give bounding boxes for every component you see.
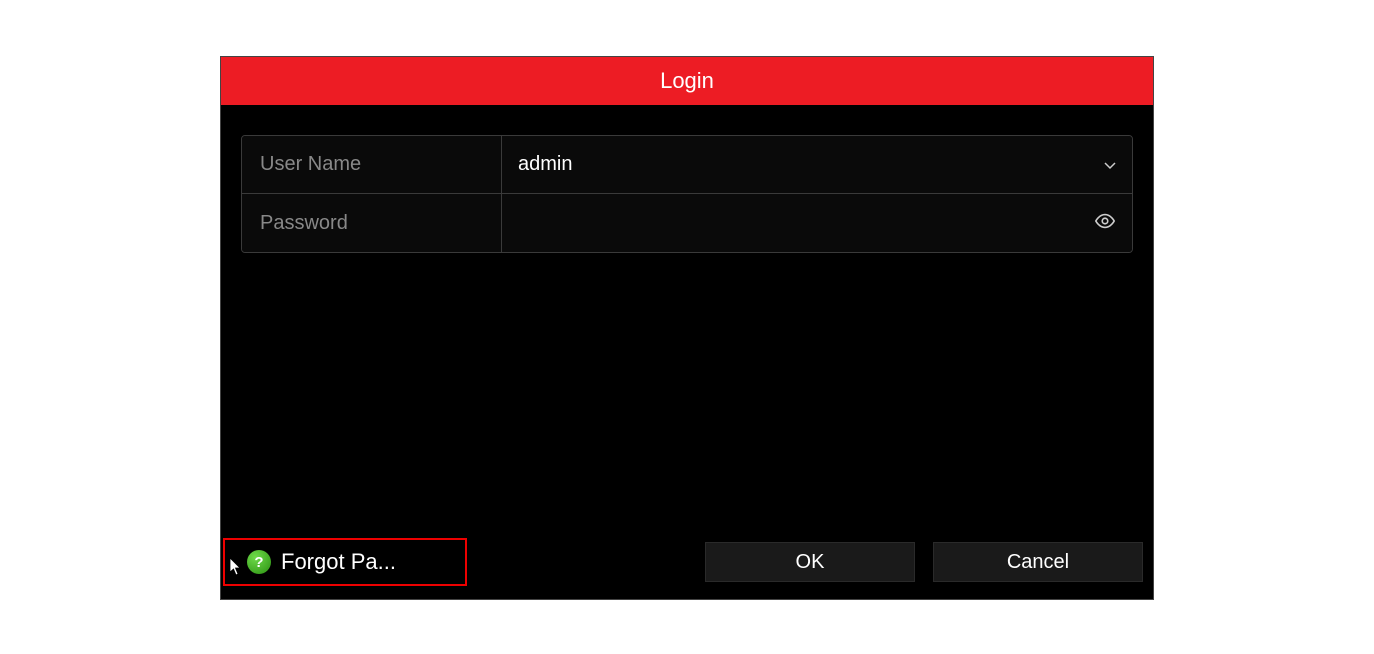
- forgot-password-label: Forgot Pa...: [281, 549, 396, 575]
- dialog-footer: ? Forgot Pa... OK Cancel: [221, 535, 1153, 599]
- ok-button[interactable]: OK: [705, 542, 915, 582]
- ok-label: OK: [796, 551, 825, 574]
- username-row: User Name admin: [242, 136, 1132, 194]
- dialog-titlebar: Login: [221, 57, 1153, 105]
- username-label: User Name: [242, 136, 502, 193]
- password-input[interactable]: [518, 212, 1094, 235]
- dialog-title: Login: [660, 68, 714, 94]
- eye-icon[interactable]: [1094, 210, 1116, 237]
- password-row: Password: [242, 194, 1132, 252]
- password-label: Password: [242, 194, 502, 252]
- username-dropdown[interactable]: admin: [502, 136, 1132, 193]
- cursor-icon: [229, 557, 245, 582]
- password-field-wrapper: [502, 194, 1132, 252]
- dialog-content: User Name admin Password: [221, 105, 1153, 253]
- username-value: admin: [518, 153, 1104, 176]
- help-icon: ?: [247, 550, 271, 574]
- forgot-password-button[interactable]: ? Forgot Pa...: [223, 538, 467, 586]
- cancel-button[interactable]: Cancel: [933, 542, 1143, 582]
- login-dialog: Login User Name admin Password: [220, 56, 1154, 600]
- login-form: User Name admin Password: [241, 135, 1133, 253]
- chevron-down-icon: [1104, 157, 1116, 173]
- cancel-label: Cancel: [1007, 551, 1069, 574]
